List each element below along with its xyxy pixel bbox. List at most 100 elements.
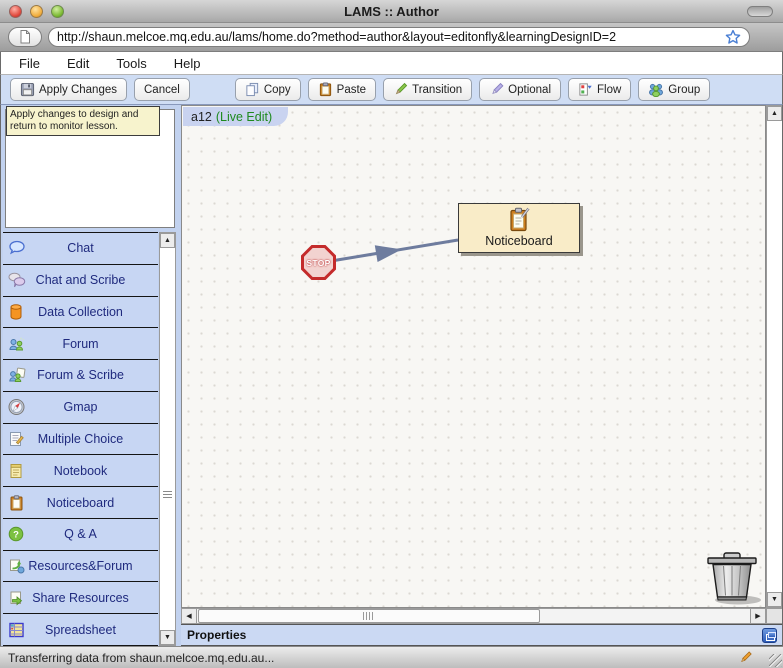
sidebar-item-label: Q & A — [64, 527, 97, 541]
canvas-vertical-scrollbar[interactable]: ▲ ▼ — [766, 105, 783, 608]
toolbar-toggle-button[interactable] — [747, 6, 773, 17]
canvas-scroll-left-button[interactable]: ◀ — [182, 609, 197, 623]
stop-sign-face: STOP — [304, 248, 333, 277]
sidebar-item-label: Noticeboard — [47, 496, 114, 510]
transition-button[interactable]: Transition — [383, 78, 472, 101]
sidebar-item-chat[interactable]: Chat — [3, 233, 158, 265]
title-bar[interactable]: LAMS :: Author — [0, 0, 783, 23]
sidebar-item-label: Chat — [67, 241, 93, 255]
transition-arrow[interactable] — [182, 106, 766, 608]
flow-icon — [578, 82, 593, 97]
sidebar-item-noticeboard[interactable]: Noticeboard — [3, 487, 158, 519]
url-text[interactable]: http://shaun.melcoe.mq.edu.au/lams/home.… — [57, 30, 719, 44]
canvas-scroll-thumb[interactable] — [198, 609, 540, 623]
multiple-choice-icon — [8, 430, 24, 447]
trash-icon[interactable] — [702, 550, 764, 606]
sidebar-item-label: Forum & Scribe — [37, 368, 124, 382]
apply-changes-tooltip: Apply changes to design and return to mo… — [6, 106, 160, 136]
properties-bar[interactable]: Properties — [181, 624, 783, 646]
page-icon-button[interactable] — [8, 27, 42, 47]
sidebar-item-label: Multiple Choice — [38, 432, 123, 446]
flow-button[interactable]: Flow — [568, 78, 631, 101]
sidebar-scrollbar[interactable]: ▲ ▼ — [159, 232, 176, 646]
notebook-icon — [8, 462, 24, 479]
sidebar-item-qa[interactable]: ? Q & A — [3, 519, 158, 551]
sidebar-item-label: Chat and Scribe — [36, 273, 126, 287]
status-text: Transferring data from shaun.melcoe.mq.e… — [8, 651, 274, 665]
sidebar-item-spreadsheet[interactable]: Spreadsheet — [3, 614, 158, 646]
group-label: Group — [668, 84, 700, 96]
page-icon — [18, 29, 32, 45]
activity-list: Chat Chat and Scribe Data Collection For… — [3, 232, 158, 646]
browser-window: LAMS :: Author http://shaun.melcoe.mq.ed… — [0, 0, 783, 668]
forum-scribe-icon — [8, 367, 26, 383]
url-field[interactable]: http://shaun.melcoe.mq.edu.au/lams/home.… — [48, 27, 750, 47]
sidebar-item-forum[interactable]: Forum — [3, 328, 158, 360]
activity-noticeboard[interactable]: Noticeboard — [458, 203, 580, 253]
share-resources-icon — [8, 590, 24, 606]
canvas-panel: a12 (Live Edit) STOP — [181, 105, 783, 624]
activities-sidebar: Apply changes to design and return to mo… — [0, 105, 181, 646]
optional-marker-icon — [489, 82, 504, 97]
menu-tools[interactable]: Tools — [116, 56, 146, 71]
stop-sign-label: STOP — [306, 258, 330, 268]
sidebar-item-multiple-choice[interactable]: Multiple Choice — [3, 424, 158, 456]
paste-button[interactable]: Paste — [308, 78, 376, 101]
design-canvas[interactable]: a12 (Live Edit) STOP — [181, 105, 766, 608]
save-disk-icon — [20, 82, 35, 97]
pencil-status-icon — [738, 650, 753, 665]
sidebar-item-forum-scribe[interactable]: Forum & Scribe — [3, 360, 158, 392]
design-tab-name: a12 — [191, 110, 212, 124]
canvas-horizontal-scrollbar[interactable]: ◀ ▶ — [181, 608, 766, 624]
sidebar-scroll-down-button[interactable]: ▼ — [160, 630, 175, 645]
scroll-thumb-grip — [363, 612, 375, 620]
sidebar-item-data-collection[interactable]: Data Collection — [3, 297, 158, 329]
transition-label: Transition — [412, 84, 462, 96]
stop-sign[interactable]: STOP — [301, 245, 336, 280]
sidebar-scroll-up-button[interactable]: ▲ — [160, 233, 175, 248]
svg-text:?: ? — [13, 530, 19, 541]
menu-edit[interactable]: Edit — [67, 56, 89, 71]
sidebar-item-gmap[interactable]: Gmap — [3, 392, 158, 424]
optional-label: Optional — [508, 84, 551, 96]
sidebar-item-label: Share Resources — [32, 591, 129, 605]
sidebar-item-notebook[interactable]: Notebook — [3, 455, 158, 487]
properties-label: Properties — [187, 628, 246, 642]
window-resize-grip[interactable] — [769, 654, 782, 667]
gmap-icon — [8, 399, 25, 416]
sidebar-item-resources-forum[interactable]: Resources&Forum — [3, 551, 158, 583]
design-tab[interactable]: a12 (Live Edit) — [183, 107, 288, 126]
cancel-button[interactable]: Cancel — [134, 78, 190, 101]
sidebar-item-label: Forum — [62, 337, 98, 351]
apply-changes-button[interactable]: Apply Changes — [10, 78, 127, 101]
group-button[interactable]: Group — [638, 78, 710, 101]
trash-can-graphic — [702, 550, 764, 606]
canvas-scroll-down-button[interactable]: ▼ — [767, 592, 782, 607]
address-bar: http://shaun.melcoe.mq.edu.au/lams/home.… — [0, 23, 783, 52]
sidebar-item-chat-and-scribe[interactable]: Chat and Scribe — [3, 265, 158, 297]
paste-clipboard-icon — [318, 82, 333, 97]
sidebar-scroll-thumb[interactable] — [163, 491, 172, 499]
sidebar-item-label: Gmap — [63, 400, 97, 414]
data-collection-icon — [8, 303, 24, 320]
optional-button[interactable]: Optional — [479, 78, 561, 101]
cancel-label: Cancel — [144, 84, 180, 96]
bookmark-star-icon[interactable] — [725, 29, 741, 45]
copy-label: Copy — [264, 84, 291, 96]
apply-changes-label: Apply Changes — [39, 84, 117, 96]
sidebar-item-label: Data Collection — [38, 305, 123, 319]
canvas-scroll-up-button[interactable]: ▲ — [767, 106, 782, 121]
menu-file[interactable]: File — [19, 56, 40, 71]
status-bar: Transferring data from shaun.melcoe.mq.e… — [0, 646, 783, 668]
sidebar-item-label: Resources&Forum — [28, 559, 132, 573]
flow-label: Flow — [597, 84, 621, 96]
chat-icon — [8, 240, 26, 256]
sidebar-item-label: Spreadsheet — [45, 623, 116, 637]
copy-button[interactable]: Copy — [235, 78, 301, 101]
canvas-scroll-right-button[interactable]: ▶ — [750, 609, 765, 623]
expand-properties-icon[interactable] — [762, 628, 777, 643]
sidebar-item-share-resources[interactable]: Share Resources — [3, 582, 158, 614]
copy-icon — [245, 82, 260, 97]
menu-help[interactable]: Help — [174, 56, 201, 71]
activity-label: Noticeboard — [485, 234, 552, 248]
